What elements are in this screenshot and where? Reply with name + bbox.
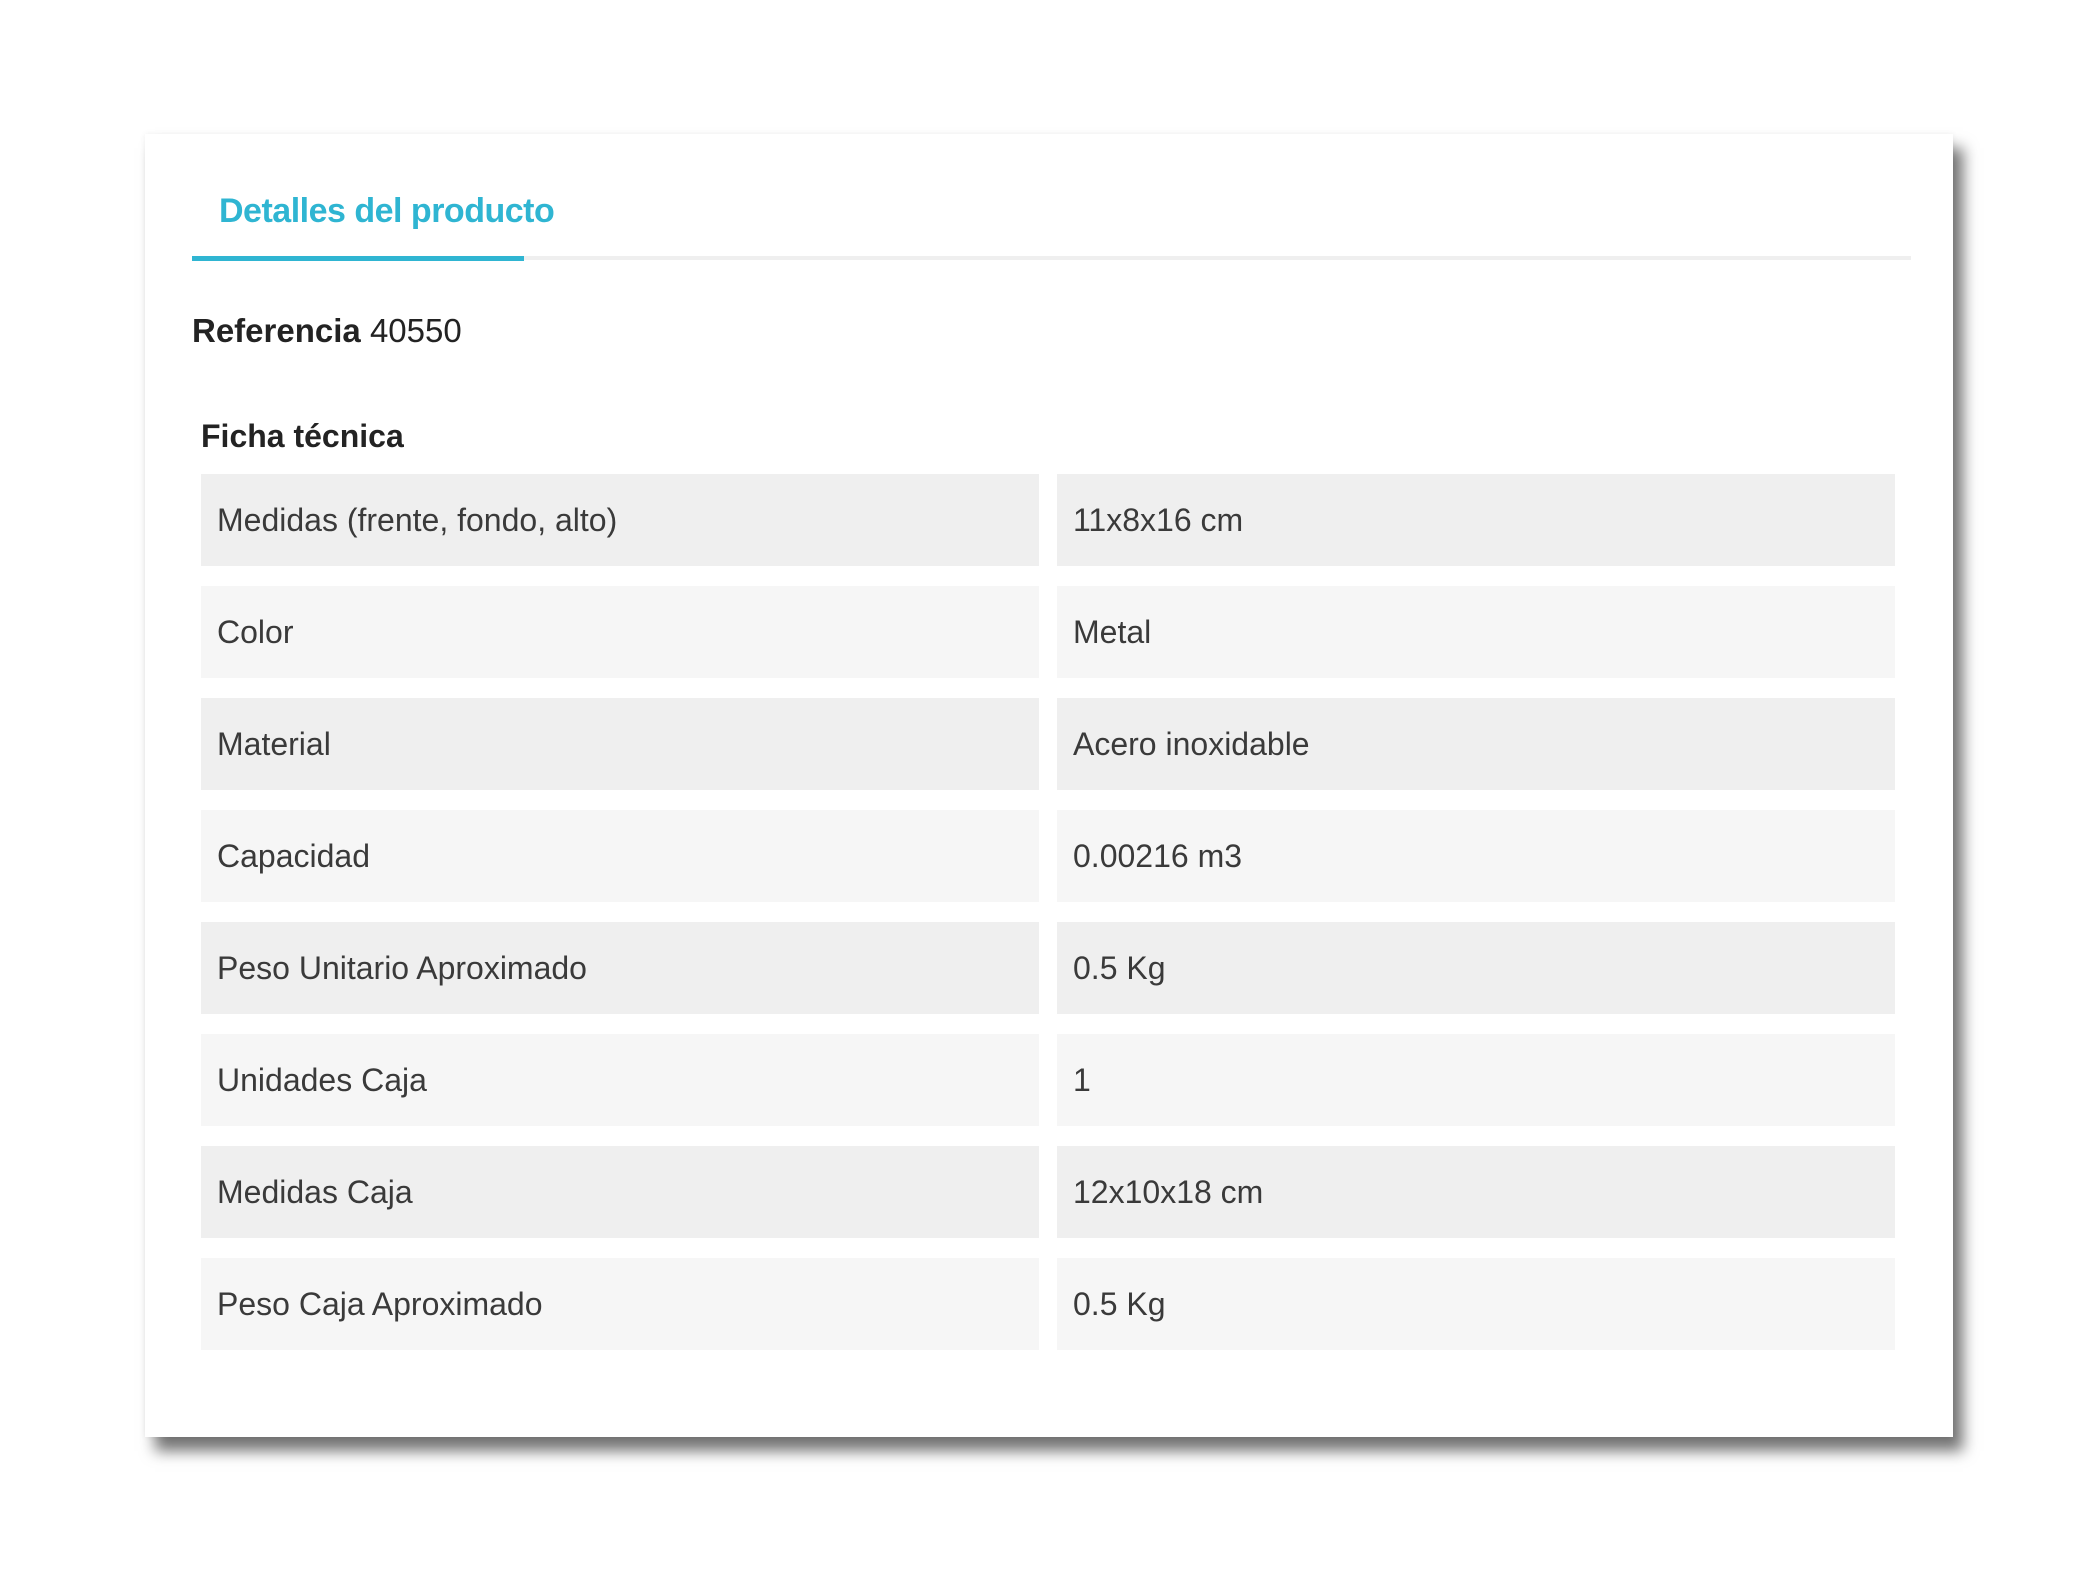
table-row: Medidas Caja 12x10x18 cm	[201, 1146, 1897, 1238]
feature-name: Peso Caja Aproximado	[201, 1258, 1039, 1350]
feature-value: 11x8x16 cm	[1057, 474, 1895, 566]
feature-value: Acero inoxidable	[1057, 698, 1895, 790]
tab-product-details-label: Detalles del producto	[219, 192, 555, 230]
table-row: Material Acero inoxidable	[201, 698, 1897, 790]
table-row: Unidades Caja 1	[201, 1034, 1897, 1126]
feature-name: Color	[201, 586, 1039, 678]
table-row: Color Metal	[201, 586, 1897, 678]
product-reference: Referencia 40550	[192, 312, 462, 350]
feature-value: Metal	[1057, 586, 1895, 678]
reference-label: Referencia	[192, 312, 361, 349]
feature-value: 1	[1057, 1034, 1895, 1126]
feature-value: 0.5 Kg	[1057, 922, 1895, 1014]
reference-value: 40550	[369, 312, 462, 349]
table-row: Peso Caja Aproximado 0.5 Kg	[201, 1258, 1897, 1350]
feature-name: Peso Unitario Aproximado	[201, 922, 1039, 1014]
feature-value: 0.5 Kg	[1057, 1258, 1895, 1350]
feature-name: Unidades Caja	[201, 1034, 1039, 1126]
feature-name: Medidas (frente, fondo, alto)	[201, 474, 1039, 566]
data-sheet-title: Ficha técnica	[201, 418, 404, 454]
table-row: Peso Unitario Aproximado 0.5 Kg	[201, 922, 1897, 1014]
feature-value: 12x10x18 cm	[1057, 1146, 1895, 1238]
data-sheet-table: Medidas (frente, fondo, alto) 11x8x16 cm…	[201, 474, 1897, 1370]
tab-bar: Detalles del producto	[192, 174, 1911, 261]
feature-value: 0.00216 m3	[1057, 810, 1895, 902]
feature-name: Capacidad	[201, 810, 1039, 902]
product-details-card: Detalles del producto Referencia 40550 F…	[145, 134, 1953, 1437]
feature-name: Medidas Caja	[201, 1146, 1039, 1238]
table-row: Medidas (frente, fondo, alto) 11x8x16 cm	[201, 474, 1897, 566]
tab-product-details[interactable]: Detalles del producto	[192, 174, 555, 261]
table-row: Capacidad 0.00216 m3	[201, 810, 1897, 902]
feature-name: Material	[201, 698, 1039, 790]
